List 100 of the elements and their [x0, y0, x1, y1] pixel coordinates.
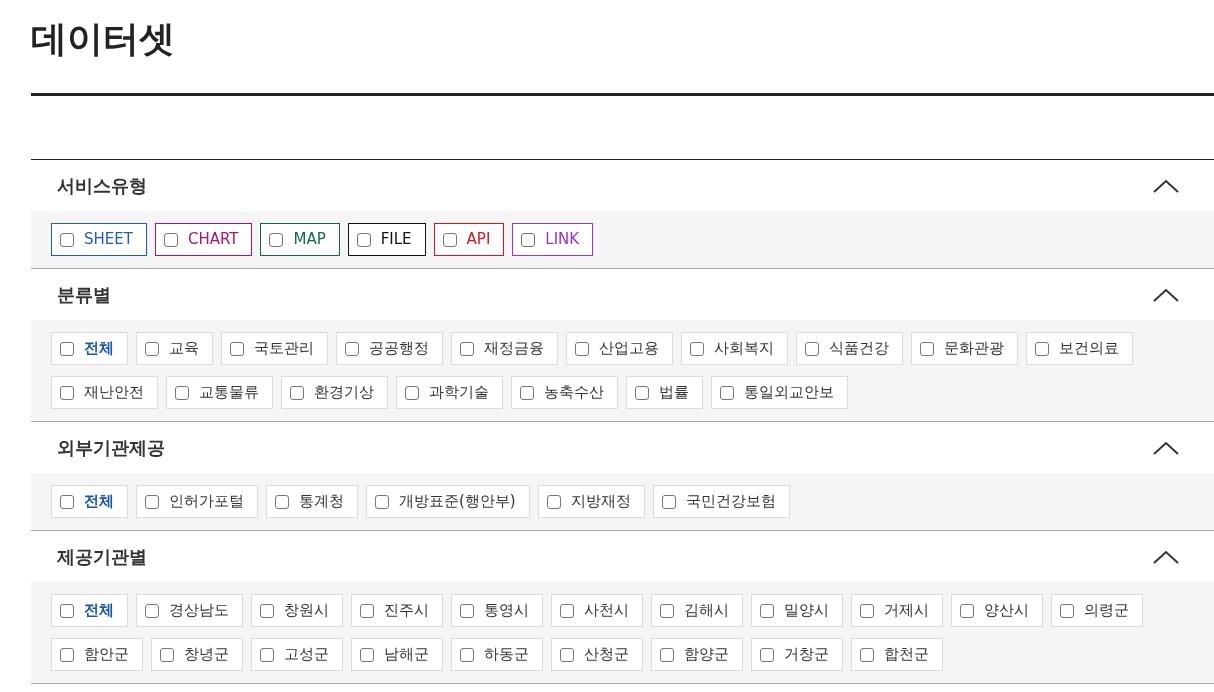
filter-option[interactable]: LINK	[512, 223, 594, 256]
filter-option[interactable]: 식품건강	[796, 332, 903, 365]
filter-option[interactable]: 함양군	[651, 638, 743, 671]
filter-option[interactable]: 거제시	[851, 594, 943, 627]
filter-option[interactable]: 교통물류	[166, 376, 273, 409]
filter-option[interactable]: 산청군	[551, 638, 643, 671]
checkbox[interactable]	[860, 647, 874, 662]
checkbox[interactable]	[635, 385, 649, 400]
checkbox[interactable]	[860, 603, 874, 618]
chevron-up-icon	[1153, 440, 1179, 455]
checkbox[interactable]	[260, 647, 274, 662]
filter-option[interactable]: 전체	[51, 594, 128, 627]
filter-option[interactable]: 의령군	[1051, 594, 1143, 627]
filter-option[interactable]: 통일외교안보	[711, 376, 848, 409]
checkbox[interactable]	[460, 603, 474, 618]
filter-option[interactable]: 지방재정	[537, 485, 645, 518]
filter-option[interactable]: CHART	[154, 223, 253, 256]
checkbox[interactable]	[375, 494, 389, 509]
filter-option[interactable]: MAP	[260, 223, 340, 256]
filter-option[interactable]: 사천시	[551, 594, 643, 627]
checkbox[interactable]	[145, 494, 159, 509]
checkbox[interactable]	[230, 341, 244, 356]
checkbox[interactable]	[760, 647, 774, 662]
checkbox[interactable]	[460, 647, 474, 662]
filter-option[interactable]: 진주시	[351, 594, 443, 627]
checkbox[interactable]	[60, 603, 74, 618]
filter-option[interactable]: 고성군	[251, 638, 343, 671]
checkbox[interactable]	[145, 341, 159, 356]
filter-option[interactable]: 통계청	[266, 485, 358, 518]
filter-option[interactable]: 전체	[51, 485, 128, 518]
filter-option[interactable]: 보건의료	[1026, 332, 1133, 365]
filter-option[interactable]: 창원시	[251, 594, 343, 627]
filter-option[interactable]: FILE	[347, 223, 426, 256]
checkbox[interactable]	[60, 341, 74, 356]
checkbox[interactable]	[575, 341, 589, 356]
filter-option[interactable]: 창녕군	[151, 638, 243, 671]
filter-option[interactable]: 문화관광	[911, 332, 1018, 365]
checkbox[interactable]	[275, 494, 289, 509]
filter-option[interactable]: 산업고용	[566, 332, 673, 365]
filter-option[interactable]: 경상남도	[136, 594, 243, 627]
filter-option[interactable]: 개방표준(행안부)	[366, 485, 530, 518]
checkbox[interactable]	[442, 232, 457, 247]
checkbox[interactable]	[690, 341, 704, 356]
checkbox[interactable]	[560, 603, 574, 618]
filter-option[interactable]: 재난안전	[51, 376, 158, 409]
checkbox[interactable]	[290, 385, 304, 400]
checkbox[interactable]	[260, 603, 274, 618]
filter-option[interactable]: 재정금융	[451, 332, 558, 365]
filter-option[interactable]: 농축수산	[511, 376, 618, 409]
checkbox[interactable]	[760, 603, 774, 618]
filter-option[interactable]: 합천군	[851, 638, 943, 671]
checkbox[interactable]	[660, 647, 674, 662]
checkbox[interactable]	[560, 647, 574, 662]
checkbox[interactable]	[175, 385, 189, 400]
checkbox[interactable]	[460, 341, 474, 356]
filter-option[interactable]: API	[433, 223, 505, 256]
checkbox[interactable]	[163, 232, 178, 247]
checkbox[interactable]	[1060, 603, 1074, 618]
filter-option[interactable]: SHEET	[51, 223, 147, 256]
filter-option[interactable]: 공공행정	[336, 332, 443, 365]
checkbox[interactable]	[1035, 341, 1049, 356]
filter-option[interactable]: 하동군	[451, 638, 543, 671]
checkbox[interactable]	[145, 603, 159, 618]
filter-option[interactable]: 사회복지	[681, 332, 788, 365]
checkbox[interactable]	[356, 232, 371, 247]
checkbox[interactable]	[805, 341, 819, 356]
checkbox[interactable]	[60, 385, 74, 400]
filter-option[interactable]: 국민건강보험	[652, 485, 790, 518]
filter-option[interactable]: 전체	[51, 332, 128, 365]
filter-option[interactable]: 밀양시	[751, 594, 843, 627]
filter-option[interactable]: 거창군	[751, 638, 843, 671]
checkbox[interactable]	[60, 232, 74, 247]
checkbox[interactable]	[521, 232, 536, 247]
checkbox[interactable]	[661, 494, 676, 509]
checkbox[interactable]	[720, 385, 734, 400]
filter-option[interactable]: 양산시	[951, 594, 1043, 627]
checkbox[interactable]	[345, 341, 359, 356]
filter-option[interactable]: 과학기술	[396, 376, 503, 409]
checkbox[interactable]	[60, 647, 74, 662]
filter-option[interactable]: 환경기상	[281, 376, 388, 409]
filter-option[interactable]: 법률	[626, 376, 703, 409]
filter-option[interactable]: 통영시	[451, 594, 543, 627]
checkbox[interactable]	[960, 603, 974, 618]
checkbox[interactable]	[160, 647, 174, 662]
checkbox[interactable]	[269, 232, 284, 247]
filter-option[interactable]: 교육	[136, 332, 213, 365]
checkbox[interactable]	[920, 341, 934, 356]
checkbox[interactable]	[660, 603, 674, 618]
section-title: 서비스유형	[57, 174, 147, 198]
checkbox[interactable]	[405, 385, 419, 400]
checkbox[interactable]	[520, 385, 534, 400]
checkbox[interactable]	[360, 647, 374, 662]
filter-option[interactable]: 국토관리	[221, 332, 328, 365]
filter-option[interactable]: 남해군	[351, 638, 443, 671]
checkbox[interactable]	[60, 494, 74, 509]
filter-option[interactable]: 김해시	[651, 594, 743, 627]
filter-option[interactable]: 함안군	[51, 638, 143, 671]
checkbox[interactable]	[360, 603, 374, 618]
filter-option[interactable]: 인허가포털	[136, 485, 258, 518]
checkbox[interactable]	[546, 494, 561, 509]
